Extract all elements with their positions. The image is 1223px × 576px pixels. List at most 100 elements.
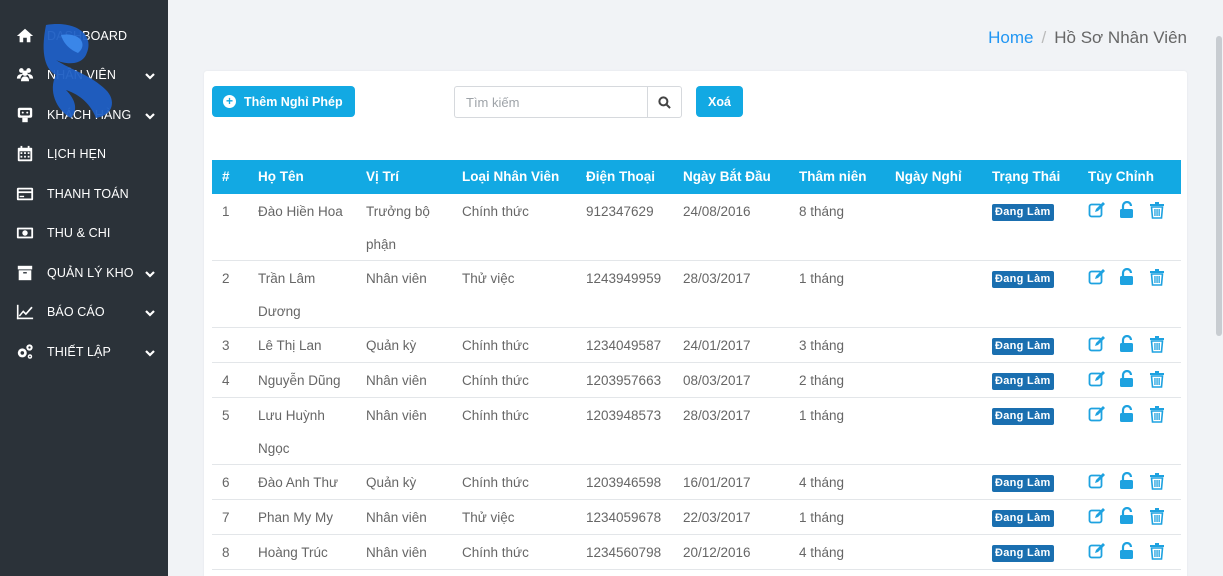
row-actions [1088, 471, 1166, 490]
edit-icon[interactable] [1088, 472, 1106, 490]
sidebar-item-8[interactable]: Thiết Lập [0, 332, 168, 372]
cell-phone: 912347629 [586, 204, 654, 219]
cell-phone: 1234059678 [586, 510, 662, 525]
trash-icon[interactable] [1148, 472, 1166, 490]
table-row[interactable]: 3 Lê Thị Lan Quản kỳ Chính thức 1234049587 24… [212, 328, 1181, 363]
box-icon [14, 263, 36, 283]
chevron-down-icon [144, 306, 156, 318]
column-header-9[interactable]: Tùy Chỉnh [1088, 160, 1154, 194]
trash-icon[interactable] [1148, 335, 1166, 353]
cell-no: 6 [222, 475, 230, 490]
cell-position: Nhân viên [366, 373, 427, 388]
cell-phone: 1203957663 [586, 373, 662, 388]
add-leave-button[interactable]: + Thêm Nghỉ Phép [212, 86, 355, 117]
table-row[interactable]: 8 Hoàng Trúc Nhân viên Chính thức 1234560798… [212, 535, 1181, 570]
clear-button[interactable]: Xoá [696, 86, 743, 117]
add-leave-label: Thêm Nghỉ Phép [244, 94, 343, 109]
edit-icon[interactable] [1088, 542, 1106, 560]
table-row[interactable]: 7 Phan My My Nhân viên Thử việc 1234059678 22… [212, 500, 1181, 535]
table-row[interactable]: 6 Đào Anh Thư Quản kỳ Chính thức 1203946598 1… [212, 465, 1181, 500]
cell-position: Quản kỳ [366, 338, 417, 353]
table-row[interactable]: 5 Lưu Huỳnh Ngọc Nhân viên Chính thức 120394… [212, 398, 1181, 465]
employee-table: # Họ Tên Vị Trí Loại Nhân Viên Điện Thoại Ngà… [212, 160, 1181, 570]
breadcrumb-separator: / [1041, 28, 1047, 47]
cell-type: Chính thức [462, 475, 529, 490]
edit-icon[interactable] [1088, 507, 1106, 525]
cell-name: Trần Lâm Dương [258, 271, 316, 319]
cell-phone: 1234560798 [586, 545, 662, 560]
sidebar-item-0[interactable]: Dashboard [0, 16, 168, 56]
status-badge: Đang Làm [992, 204, 1054, 221]
chevron-down-icon [144, 109, 156, 121]
cell-no: 3 [222, 338, 230, 353]
unlock-icon[interactable] [1118, 541, 1136, 560]
trash-icon[interactable] [1148, 405, 1166, 423]
column-header-2[interactable]: Vị Trí [366, 160, 399, 194]
cell-position: Trưởng bộ phận [366, 204, 430, 252]
gears-icon [14, 342, 36, 362]
unlock-icon[interactable] [1118, 200, 1136, 219]
cell-type: Chính thức [462, 338, 529, 353]
table-row[interactable]: 4 Nguyễn Dũng Nhân viên Chính thức 120395766… [212, 363, 1181, 398]
table-row[interactable]: 2 Trần Lâm Dương Nhân viên Thử việc 12439499… [212, 261, 1181, 328]
trash-icon[interactable] [1148, 507, 1166, 525]
search-input[interactable] [454, 86, 647, 118]
unlock-icon[interactable] [1118, 334, 1136, 353]
sidebar-item-2[interactable]: Khách Hàng [0, 95, 168, 135]
cell-seniority: 4 tháng [799, 545, 845, 560]
column-header-8[interactable]: Trạng Thái [992, 160, 1060, 194]
status-badge: Đang Làm [992, 545, 1054, 562]
sidebar-item-label: Thanh Toán [47, 186, 129, 201]
money-icon [14, 223, 36, 243]
breadcrumb-home-link[interactable]: Home [988, 28, 1033, 48]
page-scrollbar[interactable] [1216, 36, 1222, 336]
edit-icon[interactable] [1088, 335, 1106, 353]
cell-start: 08/03/2017 [683, 373, 751, 388]
search-button[interactable] [647, 86, 682, 118]
unlock-icon[interactable] [1118, 506, 1136, 525]
edit-icon[interactable] [1088, 370, 1106, 388]
column-header-5[interactable]: Ngày Bắt Đầu [683, 160, 771, 194]
row-actions [1088, 404, 1166, 423]
row-actions [1088, 541, 1166, 560]
column-header-7[interactable]: Ngày Nghỉ [895, 160, 962, 194]
breadcrumb-current: Hồ Sơ Nhân Viên [1054, 28, 1187, 47]
column-header-0[interactable]: # [222, 160, 230, 194]
trash-icon[interactable] [1148, 370, 1166, 388]
cell-name: Đào Hiền Hoa [258, 204, 343, 219]
cell-type: Chính thức [462, 204, 529, 219]
column-header-3[interactable]: Loại Nhân Viên [462, 160, 559, 194]
row-actions [1088, 267, 1166, 286]
cell-phone: 1243949959 [586, 271, 662, 286]
trash-icon[interactable] [1148, 201, 1166, 219]
cell-seniority: 1 tháng [799, 408, 845, 423]
sidebar-item-1[interactable]: Nhân Viên [0, 56, 168, 96]
table-row[interactable]: 1 Đào Hiền Hoa Trưởng bộ phận Chính thức 912… [212, 194, 1181, 261]
sidebar-item-6[interactable]: Quản Lý Kho [0, 253, 168, 293]
sidebar: Dashboard Nhân Viên Khách Hàng Lịch Hẹn Than… [0, 0, 168, 576]
cell-type: Chính thức [462, 373, 529, 388]
column-header-1[interactable]: Họ Tên [258, 160, 304, 194]
unlock-icon[interactable] [1118, 369, 1136, 388]
column-header-6[interactable]: Thâm niên [799, 160, 867, 194]
sidebar-item-3[interactable]: Lịch Hẹn [0, 135, 168, 175]
cell-phone: 1234049587 [586, 338, 662, 353]
cell-position: Nhân viên [366, 408, 427, 423]
unlock-icon[interactable] [1118, 404, 1136, 423]
cell-start: 22/03/2017 [683, 510, 751, 525]
trash-icon[interactable] [1148, 542, 1166, 560]
home-icon [14, 26, 36, 46]
edit-icon[interactable] [1088, 405, 1106, 423]
unlock-icon[interactable] [1118, 471, 1136, 490]
trash-icon[interactable] [1148, 268, 1166, 286]
sidebar-item-5[interactable]: Thu & Chi [0, 214, 168, 254]
sidebar-item-label: Thiết Lập [47, 344, 111, 359]
status-badge: Đang Làm [992, 271, 1054, 288]
unlock-icon[interactable] [1118, 267, 1136, 286]
sidebar-item-4[interactable]: Thanh Toán [0, 174, 168, 214]
cell-type: Chính thức [462, 408, 529, 423]
sidebar-item-7[interactable]: Báo Cáo [0, 293, 168, 333]
edit-icon[interactable] [1088, 268, 1106, 286]
column-header-4[interactable]: Điện Thoại [586, 160, 655, 194]
edit-icon[interactable] [1088, 201, 1106, 219]
